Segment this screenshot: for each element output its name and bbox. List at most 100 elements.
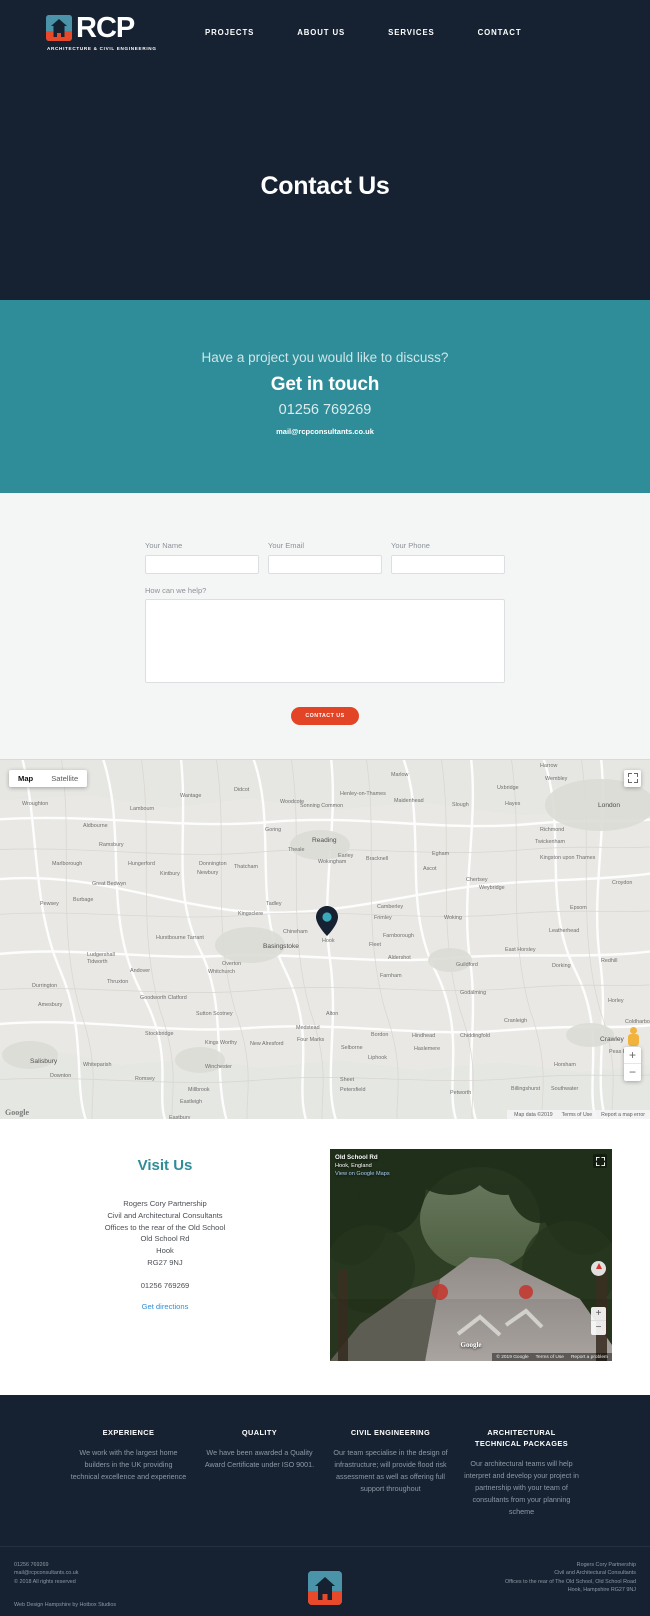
- footer-phone[interactable]: 01256 769269: [14, 1561, 244, 1569]
- map-location-marker[interactable]: [316, 906, 338, 941]
- map-place-label: Amesbury: [38, 1002, 63, 1008]
- map-place-label: Godalming: [460, 990, 487, 996]
- map-fullscreen-button[interactable]: [624, 770, 641, 787]
- map-zoom-in-button[interactable]: +: [624, 1047, 641, 1064]
- get-directions-link[interactable]: Get directions: [142, 1302, 189, 1311]
- label-message: How can we help?: [145, 586, 207, 595]
- rcp-house-logo-icon: [46, 15, 72, 41]
- street-view-terms-link[interactable]: Terms of Use: [536, 1355, 564, 1360]
- map-zoom-out-button[interactable]: −: [624, 1064, 641, 1081]
- footer-address-line-2: Civil and Architectural Consultants: [554, 1570, 636, 1577]
- contact-us-submit-button[interactable]: CONTACT US: [291, 707, 359, 725]
- footer-address-block: Rogers Cory Partnership Civil and Archit…: [406, 1561, 636, 1595]
- field-phone: Your Phone: [391, 541, 505, 574]
- map-place-label: Marlow: [391, 772, 409, 778]
- map-place-label: Richmond: [540, 827, 565, 833]
- location-map[interactable]: Map Satellite + − Google Map data ©2019 …: [0, 759, 650, 1119]
- nav-item-projects[interactable]: PROJECTS: [205, 28, 254, 37]
- cta-lead-text: Have a project you would like to discuss…: [201, 350, 449, 365]
- footer-column-title: ARCHITECTURAL TECHNICAL PACKAGES: [474, 1428, 569, 1448]
- street-view-pegman-icon[interactable]: [626, 1027, 640, 1049]
- cta-email[interactable]: mail@rcpconsultants.co.uk: [0, 427, 650, 436]
- field-email: Your Email: [268, 541, 382, 574]
- street-view-zoom-in-button[interactable]: +: [591, 1307, 606, 1321]
- map-place-label: Horsham: [554, 1062, 576, 1068]
- map-place-label: Kings Worthy: [205, 1040, 237, 1046]
- footer-email[interactable]: mail@rcpconsultants.co.uk: [14, 1569, 244, 1577]
- street-view-title: Old School Rd: [335, 1154, 378, 1161]
- map-place-label: Slough: [452, 802, 469, 808]
- footer-column-experience: EXPERIENCE We work with the largest home…: [71, 1427, 187, 1518]
- map-place-label: Cranleigh: [504, 1018, 528, 1024]
- map-report-error-link[interactable]: Report a map error: [601, 1112, 645, 1118]
- map-place-label: Thruxton: [107, 979, 129, 985]
- map-place-label: Great Bedwyn: [92, 881, 127, 887]
- main-navigation: RCP ARCHITECTURE & CIVIL ENGINEERING PRO…: [0, 0, 650, 52]
- map-type-switcher[interactable]: Map Satellite: [9, 770, 88, 787]
- map-place-label: Stockbridge: [145, 1031, 174, 1037]
- label-your-email: Your Email: [268, 541, 304, 550]
- map-place-label: Twickenham: [535, 839, 565, 845]
- map-place-label: Kintbury: [160, 871, 180, 877]
- footer-feature-columns: EXPERIENCE We work with the largest home…: [0, 1395, 650, 1546]
- map-place-label: Hindhead: [412, 1033, 436, 1039]
- input-your-phone[interactable]: [391, 555, 505, 574]
- map-place-label: Sheet: [340, 1077, 355, 1083]
- map-type-map[interactable]: Map: [9, 770, 42, 787]
- map-place-label: Tadley: [266, 901, 282, 907]
- logo-tagline: ARCHITECTURE & CIVIL ENGINEERING: [47, 45, 157, 51]
- nav-item-services[interactable]: SERVICES: [388, 28, 435, 37]
- address-line-5: Hook: [156, 1246, 174, 1256]
- map-place-label: Henley-on-Thames: [340, 791, 386, 797]
- input-your-email[interactable]: [268, 555, 382, 574]
- map-place-label: Petworth: [450, 1090, 472, 1096]
- street-view-compass-icon[interactable]: [591, 1261, 606, 1276]
- map-type-satellite[interactable]: Satellite: [42, 770, 87, 787]
- map-place-label: Redhill: [601, 958, 618, 964]
- map-place-label: Basingstoke: [263, 943, 299, 950]
- footer-column-title: CIVIL ENGINEERING: [350, 1428, 431, 1437]
- map-place-label: Whiteparish: [83, 1062, 112, 1068]
- street-view-info-overlay: Old School Rd Hook, England View on Goog…: [335, 1154, 390, 1178]
- field-name: Your Name: [145, 541, 259, 574]
- map-place-label: Ramsbury: [99, 842, 124, 848]
- footer-rcp-house-logo-icon[interactable]: [308, 1571, 342, 1605]
- street-view-report-link[interactable]: Report a problem: [571, 1355, 608, 1360]
- street-view-panel[interactable]: Old School Rd Hook, England View on Goog…: [330, 1149, 612, 1361]
- street-view-copyright: © 2019 Google: [496, 1354, 529, 1360]
- site-logo[interactable]: RCP ARCHITECTURE & CIVIL ENGINEERING: [46, 13, 157, 51]
- street-view-google-maps-link[interactable]: View on Google Maps: [335, 1170, 390, 1178]
- street-view-fullscreen-button[interactable]: [593, 1154, 607, 1168]
- map-terms-of-use-link[interactable]: Terms of Use: [562, 1112, 593, 1118]
- map-place-label: Winchester: [205, 1064, 232, 1070]
- nav-item-about-us[interactable]: ABOUT US: [297, 28, 345, 37]
- map-place-label: Frimley: [374, 915, 392, 921]
- field-message: How can we help?: [145, 586, 505, 688]
- input-message[interactable]: [145, 599, 505, 683]
- map-place-label: Weybridge: [479, 885, 505, 891]
- map-zoom-controls[interactable]: + −: [624, 1047, 641, 1081]
- map-data-copyright: Map data ©2019: [514, 1111, 553, 1118]
- street-view-zoom-controls[interactable]: + −: [591, 1307, 606, 1335]
- map-place-label: Ascot: [423, 866, 437, 872]
- cta-phone[interactable]: 01256 769269: [0, 402, 650, 418]
- nav-item-contact[interactable]: CONTACT: [478, 28, 522, 37]
- label-your-name: Your Name: [145, 541, 183, 550]
- visit-phone[interactable]: 01256 769269: [0, 1281, 330, 1290]
- map-place-label: Downton: [50, 1073, 72, 1079]
- map-place-label: Eastleigh: [180, 1099, 203, 1105]
- map-place-label: Haslemere: [414, 1046, 441, 1052]
- map-place-label: Horley: [608, 998, 624, 1004]
- street-view-zoom-out-button[interactable]: −: [591, 1321, 606, 1335]
- map-place-label: Pewsey: [40, 901, 59, 907]
- map-place-label: Wembley: [545, 776, 568, 782]
- map-place-label: Kingsclere: [238, 911, 264, 917]
- contact-form-section: Your Name Your Email Your Phone How can …: [0, 493, 650, 759]
- map-place-label: Chineham: [283, 929, 308, 935]
- input-your-name[interactable]: [145, 555, 259, 574]
- street-view-subtitle: Hook, England: [335, 1163, 372, 1169]
- footer-copyright: © 2018 All rights reserved: [14, 1578, 76, 1585]
- map-place-label: Burbage: [73, 897, 94, 903]
- map-place-label: Chiddingfold: [460, 1033, 490, 1039]
- web-design-credit[interactable]: Web Design Hampshire by Hotbox Studios: [14, 1602, 116, 1608]
